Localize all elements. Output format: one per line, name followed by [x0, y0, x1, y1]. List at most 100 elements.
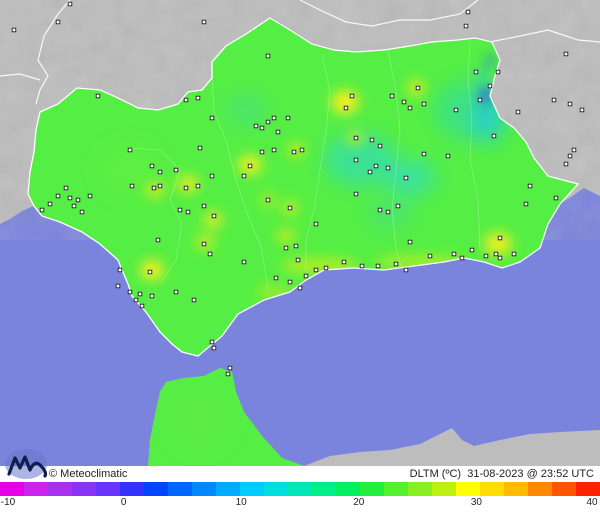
station-marker: [291, 149, 297, 155]
station-marker: [55, 19, 61, 25]
color-scale-tick-label: -10: [0, 497, 16, 508]
station-marker: [201, 241, 207, 247]
color-scale-segment: [456, 482, 481, 496]
temperature-map: [0, 0, 600, 466]
station-marker: [225, 371, 231, 377]
color-scale-segment: [192, 482, 217, 496]
date-label: 31-08-2023: [467, 468, 524, 480]
station-marker: [177, 207, 183, 213]
station-marker: [377, 143, 383, 149]
station-marker: [445, 153, 451, 159]
station-marker: [313, 267, 319, 273]
station-marker: [353, 135, 359, 141]
station-marker: [367, 169, 373, 175]
station-marker: [377, 207, 383, 213]
color-scale-segment: [48, 482, 73, 496]
station-marker: [207, 251, 213, 257]
station-marker: [79, 209, 85, 215]
station-marker: [155, 237, 161, 243]
station-marker: [157, 169, 163, 175]
credit-label: © Meteoclimatic: [49, 468, 128, 480]
station-marker: [393, 261, 399, 267]
station-marker: [403, 267, 409, 273]
station-marker: [427, 253, 433, 259]
station-marker: [115, 283, 121, 289]
color-scale-segment: [552, 482, 577, 496]
station-marker: [463, 23, 469, 29]
color-scale-segment: [408, 482, 433, 496]
station-marker: [527, 183, 533, 189]
station-marker: [287, 279, 293, 285]
station-marker: [71, 203, 77, 209]
station-marker: [511, 251, 517, 257]
station-marker: [375, 263, 381, 269]
station-marker: [415, 85, 421, 91]
station-marker: [553, 195, 559, 201]
station-marker: [183, 185, 189, 191]
station-marker: [47, 201, 53, 207]
station-marker: [209, 339, 215, 345]
station-marker: [147, 269, 153, 275]
color-scale-segment: [312, 482, 337, 496]
station-marker: [195, 183, 201, 189]
station-marker: [211, 213, 217, 219]
station-marker: [67, 195, 73, 201]
station-marker: [293, 243, 299, 249]
map-footer: © Meteoclimatic DLTM (ºC) 31-08-2023 @ 2…: [0, 449, 600, 482]
station-marker: [259, 125, 265, 131]
station-marker: [137, 291, 143, 297]
station-marker: [11, 27, 17, 33]
station-marker: [287, 205, 293, 211]
station-marker: [227, 365, 233, 371]
color-scale-segment: [96, 482, 121, 496]
station-marker: [297, 285, 303, 291]
station-marker: [283, 245, 289, 251]
station-marker: [493, 251, 499, 257]
color-scale-segment: [216, 482, 241, 496]
station-marker: [247, 163, 253, 169]
station-marker: [407, 239, 413, 245]
station-marker: [389, 93, 395, 99]
station-marker: [185, 209, 191, 215]
color-scale-ticks: -10 0 10 20 30 40: [0, 497, 600, 515]
station-marker: [299, 147, 305, 153]
station-marker: [469, 247, 475, 253]
station-marker: [497, 255, 503, 261]
color-scale-tick-label: 0: [120, 497, 127, 508]
station-marker: [67, 1, 73, 7]
station-marker: [209, 173, 215, 179]
station-marker: [201, 203, 207, 209]
station-marker: [497, 235, 503, 241]
weather-map-view: © Meteoclimatic DLTM (ºC) 31-08-2023 @ 2…: [0, 0, 600, 517]
color-scale-segment: [288, 482, 313, 496]
station-marker: [353, 157, 359, 163]
color-scale-tick-label: 30: [470, 497, 482, 508]
color-scale-segment: [72, 482, 97, 496]
station-marker: [95, 93, 101, 99]
station-marker: [487, 83, 493, 89]
station-marker: [241, 173, 247, 179]
station-marker: [421, 151, 427, 157]
color-scale-segment: [480, 482, 505, 496]
station-marker: [241, 259, 247, 265]
variable-label: DLTM (ºC): [409, 468, 462, 480]
station-marker: [295, 257, 301, 263]
station-marker: [253, 123, 259, 129]
station-marker: [341, 259, 347, 265]
station-marker: [285, 115, 291, 121]
station-marker: [201, 19, 207, 25]
color-scale-segment: [504, 482, 529, 496]
color-scale-segment: [144, 482, 169, 496]
station-marker: [373, 163, 379, 169]
color-scale-segment: [528, 482, 553, 496]
color-scale-segment: [432, 482, 457, 496]
station-marker: [579, 107, 585, 113]
color-scale-segment: [120, 482, 145, 496]
meteoclimatic-logo-icon: [5, 449, 48, 479]
station-marker: [139, 303, 145, 309]
station-marker: [149, 163, 155, 169]
station-marker: [39, 207, 45, 213]
station-marker: [197, 145, 203, 151]
time-label: 23:52 UTC: [540, 468, 594, 480]
station-marker: [571, 147, 577, 153]
